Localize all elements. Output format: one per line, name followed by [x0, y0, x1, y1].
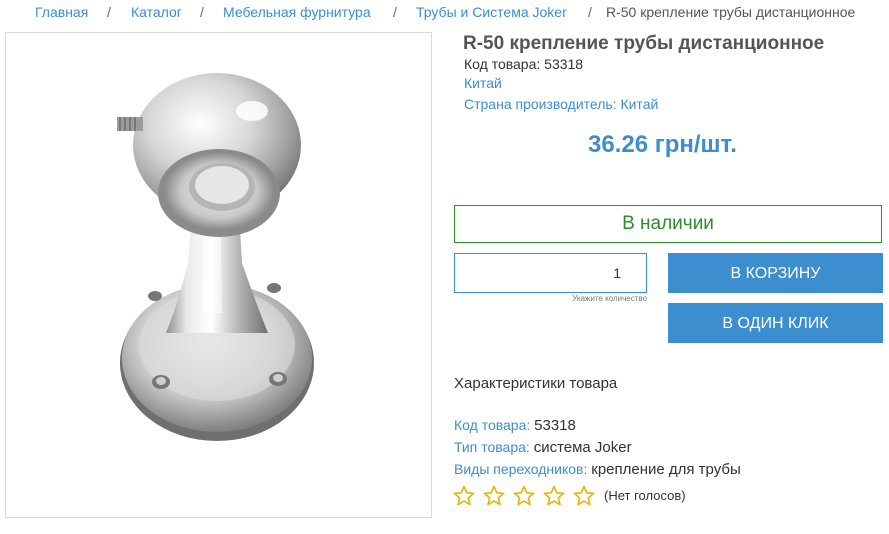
quantity-hint: Укажите количество	[572, 294, 647, 303]
spec-key-link[interactable]: Виды переходников:	[454, 461, 587, 477]
star-icon[interactable]	[543, 485, 565, 507]
spec-value: система Joker	[533, 439, 632, 456]
breadcrumb-current: R-50 крепление трубы дистанционное	[606, 4, 856, 20]
breadcrumb-catalog[interactable]: Каталог	[131, 0, 182, 24]
star-icon[interactable]	[573, 485, 595, 507]
specs-title: Характеристики товара	[454, 375, 618, 392]
breadcrumb-separator: /	[107, 4, 111, 20]
pipe-holder-illustration	[117, 73, 314, 441]
country-link[interactable]: Страна производитель: Китай	[464, 96, 658, 112]
breadcrumb-separator: /	[393, 4, 397, 20]
add-to-cart-button[interactable]: В КОРЗИНУ	[668, 253, 883, 293]
star-icon[interactable]	[453, 485, 475, 507]
one-click-buy-button[interactable]: В ОДИН КЛИК	[668, 303, 883, 343]
breadcrumb-pipes-joker[interactable]: Трубы и Система Joker	[416, 0, 567, 24]
brand-link[interactable]: Китай	[464, 75, 502, 91]
product-price: 36.26 грн/шт.	[588, 131, 737, 158]
spec-key-link[interactable]: Код товара:	[454, 417, 530, 433]
breadcrumb: Главная / Каталог / Мебельная фурнитура …	[0, 0, 889, 24]
breadcrumb-home[interactable]: Главная	[35, 0, 88, 24]
product-code: Код товара: 53318	[464, 56, 584, 72]
breadcrumb-separator: /	[588, 4, 592, 20]
availability-status: В наличии	[454, 205, 882, 243]
spec-row: Код товара: 53318	[454, 417, 576, 434]
product-image[interactable]	[5, 32, 432, 518]
spec-row: Тип товара: система Joker	[454, 439, 632, 456]
spec-key-link[interactable]: Тип товара:	[454, 439, 530, 455]
product-title: R-50 крепление трубы дистанционное	[463, 33, 825, 54]
star-icon[interactable]	[513, 485, 535, 507]
spec-value: крепление для трубы	[591, 461, 741, 478]
spec-value: 53318	[534, 417, 576, 434]
breadcrumb-furniture-hardware[interactable]: Мебельная фурнитура	[223, 0, 371, 24]
breadcrumb-separator: /	[200, 4, 204, 20]
quantity-input[interactable]	[454, 253, 647, 293]
spec-row: Виды переходников: крепление для трубы	[454, 461, 741, 478]
votes-count: (Нет голосов)	[604, 488, 686, 503]
star-icon[interactable]	[483, 485, 505, 507]
